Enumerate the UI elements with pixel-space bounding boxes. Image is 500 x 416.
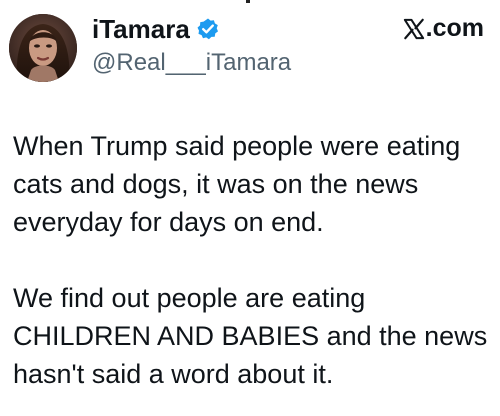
author-handle[interactable]: @Real___iTamara [92, 49, 291, 77]
tweet-card: iTamara @Real___iTamara .com When Trump … [0, 0, 500, 416]
profile-photo [9, 14, 77, 82]
verified-badge-icon [196, 17, 220, 41]
brand-mark: .com [403, 14, 484, 43]
avatar[interactable] [9, 14, 77, 82]
author-name-row[interactable]: iTamara [92, 13, 220, 45]
x-logo-icon [403, 18, 425, 40]
brand-label: .com [425, 14, 484, 42]
tweet-text: When Trump said people were eating cats … [13, 127, 493, 393]
tweet-paragraph: We find out people are eating CHILDREN A… [13, 283, 488, 389]
tweet-paragraph: When Trump said people were eating cats … [13, 131, 461, 237]
display-name[interactable]: iTamara [92, 14, 190, 45]
